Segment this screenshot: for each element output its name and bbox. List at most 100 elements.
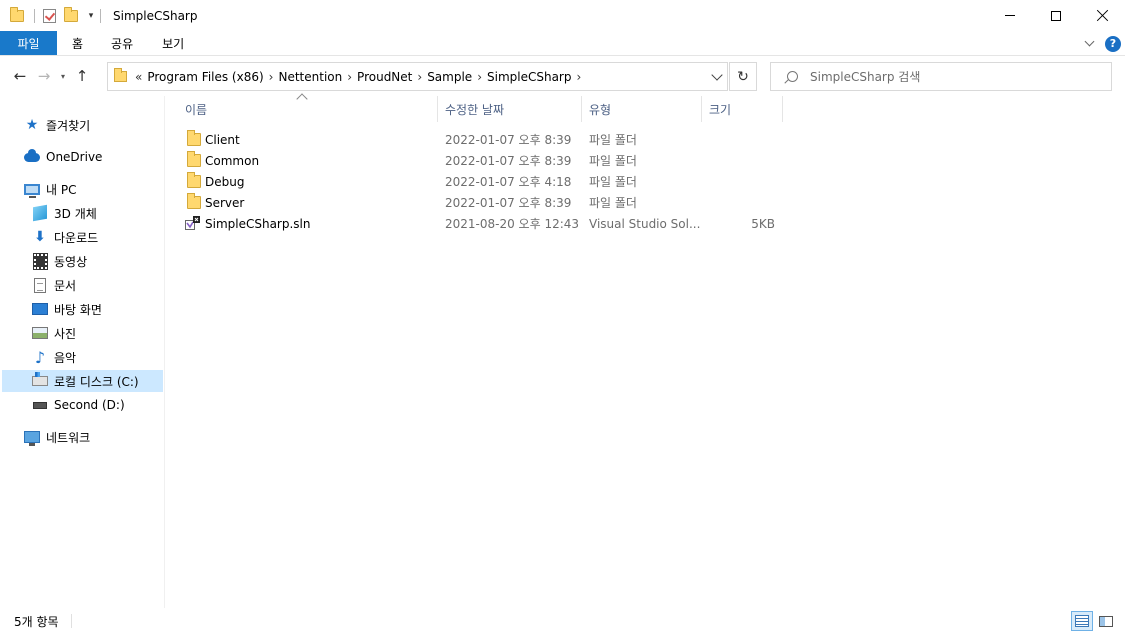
file-row[interactable]: Server 2022-01-07 오후 8:39 파일 폴더 [178,192,786,213]
file-date: 2022-01-07 오후 8:39 [445,154,572,168]
breadcrumb-item[interactable]: ProudNet [357,70,412,84]
sidebar-item-label: 즐겨찾기 [46,118,91,133]
column-header-name[interactable]: 이름 [178,96,438,122]
ribbon-tabs: 파일 홈 공유 보기 ? [0,31,1125,56]
chevron-right-icon[interactable]: › [576,70,581,84]
status-divider [70,614,72,628]
breadcrumb-item[interactable]: SimpleCSharp [487,70,571,84]
tab-share[interactable]: 공유 [97,31,147,55]
picture-icon [32,325,48,341]
sidebar-item-pictures[interactable]: 사진 [32,322,76,344]
search-placeholder: SimpleCSharp 검색 [810,70,921,84]
column-header-date[interactable]: 수정한 날짜 [438,96,582,122]
details-view-button[interactable] [1071,611,1093,631]
sidebar-item-quick-access[interactable]: ★ 즐겨찾기 [24,114,90,136]
minimize-button[interactable] [987,0,1033,31]
minimize-icon [1005,15,1015,16]
column-header-size[interactable]: 크기 [702,96,783,122]
sidebar-item-label: 음악 [54,350,77,365]
sidebar-item-videos[interactable]: 동영상 [32,250,87,272]
sidebar-item-music[interactable]: ♪ 음악 [32,346,76,368]
sidebar-item-label: 다운로드 [54,230,99,245]
file-row[interactable]: Debug 2022-01-07 오후 4:18 파일 폴더 [178,171,786,192]
column-header-type[interactable]: 유형 [582,96,702,122]
large-icons-view-button[interactable] [1095,611,1117,631]
large-icons-view-icon [1099,615,1113,627]
close-button[interactable] [1079,0,1125,31]
breadcrumb-item[interactable]: Nettention [278,70,342,84]
up-button[interactable]: ↑ [72,66,92,86]
folder-icon [187,130,201,146]
sidebar-item-onedrive[interactable]: OneDrive [24,146,102,168]
help-icon[interactable]: ? [1105,35,1121,52]
maximize-button[interactable] [1033,0,1079,31]
file-type: 파일 폴더 [589,175,637,189]
chevron-right-icon[interactable]: › [269,70,274,84]
film-icon [32,252,48,270]
sidebar-item-desktop[interactable]: 바탕 화면 [32,298,102,320]
folder-icon [187,193,201,209]
chevron-right-icon[interactable]: › [417,70,422,84]
music-icon: ♪ [34,347,46,367]
tab-view[interactable]: 보기 [147,31,198,55]
chevron-right-icon[interactable]: › [477,70,482,84]
breadcrumb-overflow[interactable]: « [135,70,142,84]
title-bar: ▾ SimpleCSharp [0,0,1125,31]
sidebar-item-network[interactable]: 네트워크 [24,426,90,448]
file-type: 파일 폴더 [589,196,637,210]
sidebar-item-documents[interactable]: 문서 [32,274,76,296]
file-name: Debug [205,174,245,189]
sidebar-item-local-disk-c[interactable]: 로컬 디스크 (C:) [2,370,163,392]
sidebar-item-label: OneDrive [46,150,103,164]
file-row[interactable]: Client 2022-01-07 오후 8:39 파일 폴더 [178,129,786,150]
sidebar-item-label: 네트워크 [46,430,91,445]
properties-icon[interactable] [43,8,56,23]
search-box[interactable]: SimpleCSharp 검색 [770,62,1112,91]
file-date: 2021-08-20 오후 12:43 [445,217,580,231]
recent-locations-icon[interactable]: ▾ [56,66,70,86]
document-icon [32,277,48,293]
window-controls [987,0,1125,31]
file-name: Common [205,153,260,168]
sidebar-item-second-d[interactable]: Second (D:) [32,394,125,416]
back-button[interactable]: ← [10,66,30,86]
file-name: Client [205,132,240,147]
chevron-right-icon[interactable]: › [347,70,352,84]
address-bar[interactable]: « Program Files (x86) › Nettention › Pro… [107,62,728,91]
sidebar-item-3d-objects[interactable]: 3D 개체 [32,202,97,224]
file-date: 2022-01-07 오후 8:39 [445,133,572,147]
customize-toolbar-icon[interactable]: ▾ [86,11,96,21]
close-icon [1096,9,1109,22]
cube-icon [32,204,48,222]
sidebar-item-downloads[interactable]: ⬇ 다운로드 [32,226,98,248]
tab-file[interactable]: 파일 [0,31,57,55]
sidebar-item-label: 3D 개체 [54,206,97,221]
title-divider [100,8,101,23]
new-folder-icon[interactable] [64,6,78,22]
file-date: 2022-01-07 오후 8:39 [445,196,572,210]
file-row[interactable]: Common 2022-01-07 오후 8:39 파일 폴더 [178,150,786,171]
navigation-bar: ← → ▾ ↑ « Program Files (x86) › Nettenti… [0,56,1125,96]
ribbon-right-controls: ? [1084,31,1121,56]
tab-home[interactable]: 홈 [57,31,97,55]
address-dropdown-icon[interactable] [711,69,723,81]
file-name: SimpleCSharp.sln [205,216,311,231]
expand-ribbon-icon[interactable] [1084,36,1095,47]
breadcrumb-item[interactable]: Program Files (x86) [147,70,263,84]
sidebar-item-label: 로컬 디스크 (C:) [54,374,139,389]
desktop-icon [32,301,48,317]
star-icon: ★ [25,117,39,133]
sidebar-item-this-pc[interactable]: 내 PC [24,178,76,200]
file-type: 파일 폴더 [589,154,637,168]
local-disk-icon [32,372,48,389]
forward-button[interactable]: → [34,66,54,86]
computer-icon [24,181,40,198]
breadcrumb-item[interactable]: Sample [427,70,472,84]
file-row[interactable]: SimpleCSharp.sln 2021-08-20 오후 12:43 Vis… [178,213,786,234]
download-icon: ⬇ [34,229,46,245]
refresh-button[interactable]: ↻ [729,62,757,91]
sidebar-item-label: 문서 [54,278,77,293]
sidebar-item-label: 사진 [54,326,77,341]
status-bar: 5개 항목 [0,608,1125,634]
drive-icon [32,397,48,413]
